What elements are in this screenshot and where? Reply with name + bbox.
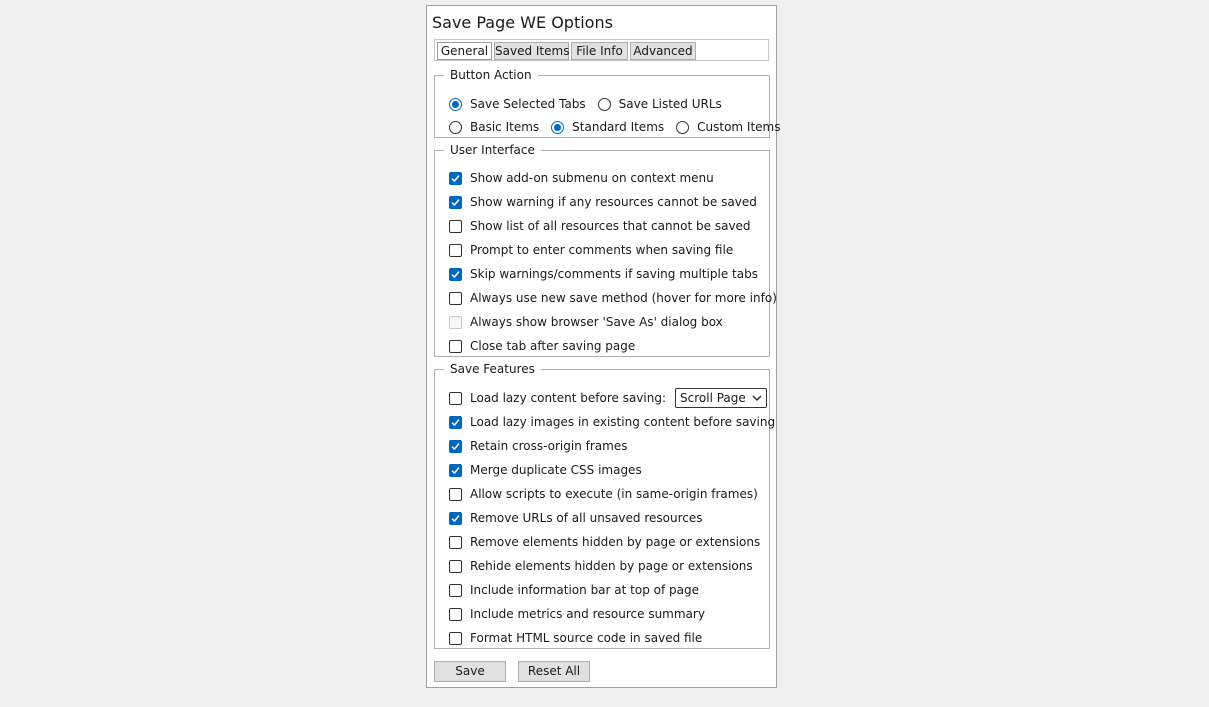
checkbox[interactable] xyxy=(449,415,462,429)
checkbox[interactable] xyxy=(449,391,462,405)
tab-advanced[interactable]: Advanced xyxy=(630,42,696,60)
checkbox[interactable] xyxy=(449,291,462,305)
check-icon xyxy=(451,270,460,278)
check-icon xyxy=(451,514,460,522)
checkbox-label: Always use new save method (hover for mo… xyxy=(470,291,777,305)
checkbox-label: Remove URLs of all unsaved resources xyxy=(470,511,703,525)
radio-label: Basic Items xyxy=(470,120,540,134)
checkbox-label: Format HTML source code in saved file xyxy=(470,631,703,645)
page-title: Save Page WE Options xyxy=(432,13,613,32)
checkbox[interactable] xyxy=(449,195,462,209)
option-allow-scripts[interactable]: Allow scripts to execute (in same-origin… xyxy=(449,486,758,502)
option-info-bar[interactable]: Include information bar at top of page xyxy=(449,582,699,598)
option-format-html[interactable]: Format HTML source code in saved file xyxy=(449,630,702,646)
check-icon xyxy=(451,198,460,206)
option-lazy-content[interactable]: Load lazy content before saving: Scroll … xyxy=(449,388,767,408)
save-button[interactable]: Save xyxy=(434,661,506,682)
chevron-down-icon xyxy=(752,395,762,401)
radio-label: Save Listed URLs xyxy=(618,97,722,111)
reset-all-button[interactable]: Reset All xyxy=(518,661,590,682)
checkbox-label: Skip warnings/comments if saving multipl… xyxy=(470,267,758,281)
radio-button[interactable] xyxy=(551,120,565,134)
radio-label: Custom Items xyxy=(697,120,781,134)
checkbox[interactable] xyxy=(449,583,462,597)
option-cross-origin-frames[interactable]: Retain cross-origin frames xyxy=(449,438,627,454)
option-rehide-hidden[interactable]: Rehide elements hidden by page or extens… xyxy=(449,558,753,574)
option-show-submenu[interactable]: Show add-on submenu on context menu xyxy=(449,170,714,186)
save-features-legend: Save Features xyxy=(450,362,535,376)
radio-button[interactable] xyxy=(449,97,462,111)
option-show-warning[interactable]: Show warning if any resources cannot be … xyxy=(449,194,757,210)
button-action-group: Button Action Save Selected Tabs Save Li… xyxy=(434,68,781,138)
check-icon xyxy=(451,466,460,474)
checkbox[interactable] xyxy=(449,267,462,281)
checkbox-label: Show add-on submenu on context menu xyxy=(470,171,714,185)
lazy-method-select[interactable]: Scroll Page xyxy=(675,388,767,408)
checkbox-label: Remove elements hidden by page or extens… xyxy=(470,535,761,549)
checkbox[interactable] xyxy=(449,171,462,185)
radio-label: Standard Items xyxy=(572,120,665,134)
checkbox[interactable] xyxy=(449,631,462,645)
user-interface-group: User Interface Show add-on submenu on co… xyxy=(434,143,777,357)
option-remove-hidden[interactable]: Remove elements hidden by page or extens… xyxy=(449,534,760,550)
checkbox-label: Show list of all resources that cannot b… xyxy=(470,219,751,233)
radio-button[interactable] xyxy=(449,120,462,134)
option-metrics-summary[interactable]: Include metrics and resource summary xyxy=(449,606,705,622)
option-prompt-comments[interactable]: Prompt to enter comments when saving fil… xyxy=(449,242,733,258)
button-action-row-1: Save Selected Tabs Save Listed URLs xyxy=(449,96,734,112)
checkbox[interactable] xyxy=(449,511,462,525)
option-close-tab[interactable]: Close tab after saving page xyxy=(449,338,635,354)
option-merge-css-images[interactable]: Merge duplicate CSS images xyxy=(449,462,642,478)
button-action-row-2: Basic Items Standard Items Custom Items xyxy=(449,119,793,135)
checkbox[interactable] xyxy=(449,535,462,549)
radio-standard-items[interactable]: Standard Items xyxy=(551,120,664,134)
checkbox[interactable] xyxy=(449,339,462,353)
checkbox[interactable] xyxy=(449,607,462,621)
check-icon xyxy=(451,442,460,450)
check-icon xyxy=(451,174,460,182)
checkbox[interactable] xyxy=(449,243,462,257)
radio-save-selected-tabs[interactable]: Save Selected Tabs xyxy=(449,97,586,111)
option-lazy-images[interactable]: Load lazy images in existing content bef… xyxy=(449,414,775,430)
radio-button[interactable] xyxy=(676,120,690,134)
option-new-save-method[interactable]: Always use new save method (hover for mo… xyxy=(449,290,777,306)
checkbox-label: Load lazy images in existing content bef… xyxy=(470,415,776,429)
button-action-legend: Button Action xyxy=(450,68,532,82)
option-show-list[interactable]: Show list of all resources that cannot b… xyxy=(449,218,751,234)
option-save-as-dialog: Always show browser 'Save As' dialog box xyxy=(449,314,723,330)
option-skip-warnings[interactable]: Skip warnings/comments if saving multipl… xyxy=(449,266,758,282)
user-interface-legend: User Interface xyxy=(450,143,535,157)
check-icon xyxy=(451,418,460,426)
options-panel: Save Page WE Options General Saved Items… xyxy=(426,5,781,688)
checkbox-label: Rehide elements hidden by page or extens… xyxy=(470,559,753,573)
checkbox-label: Include information bar at top of page xyxy=(470,583,699,597)
checkbox-label: Show warning if any resources cannot be … xyxy=(470,195,757,209)
tab-general[interactable]: General xyxy=(437,42,492,60)
checkbox-disabled xyxy=(449,315,462,329)
tab-bar: General Saved Items File Info Advanced xyxy=(434,39,769,61)
radio-custom-items[interactable]: Custom Items xyxy=(676,120,781,134)
radio-button[interactable] xyxy=(597,97,611,111)
checkbox-label: Merge duplicate CSS images xyxy=(470,463,642,477)
checkbox-label: Prompt to enter comments when saving fil… xyxy=(470,243,734,257)
radio-basic-items[interactable]: Basic Items xyxy=(449,120,539,134)
tab-saved-items[interactable]: Saved Items xyxy=(494,42,569,60)
checkbox-label: Close tab after saving page xyxy=(470,339,636,353)
option-remove-urls[interactable]: Remove URLs of all unsaved resources xyxy=(449,510,703,526)
checkbox-label: Always show browser 'Save As' dialog box xyxy=(470,315,723,329)
checkbox[interactable] xyxy=(449,559,462,573)
checkbox-label: Retain cross-origin frames xyxy=(470,439,628,453)
checkbox-label: Load lazy content before saving: xyxy=(470,391,667,405)
checkbox-label: Include metrics and resource summary xyxy=(470,607,705,621)
radio-label: Save Selected Tabs xyxy=(470,97,586,111)
checkbox-label: Allow scripts to execute (in same-origin… xyxy=(470,487,758,501)
tab-file-info[interactable]: File Info xyxy=(571,42,628,60)
save-features-group: Save Features Load lazy content before s… xyxy=(434,362,775,649)
select-value: Scroll Page xyxy=(680,391,746,405)
radio-save-listed-urls[interactable]: Save Listed URLs xyxy=(597,97,722,111)
checkbox[interactable] xyxy=(449,439,462,453)
checkbox[interactable] xyxy=(449,463,462,477)
checkbox[interactable] xyxy=(449,219,462,233)
checkbox[interactable] xyxy=(449,487,462,501)
